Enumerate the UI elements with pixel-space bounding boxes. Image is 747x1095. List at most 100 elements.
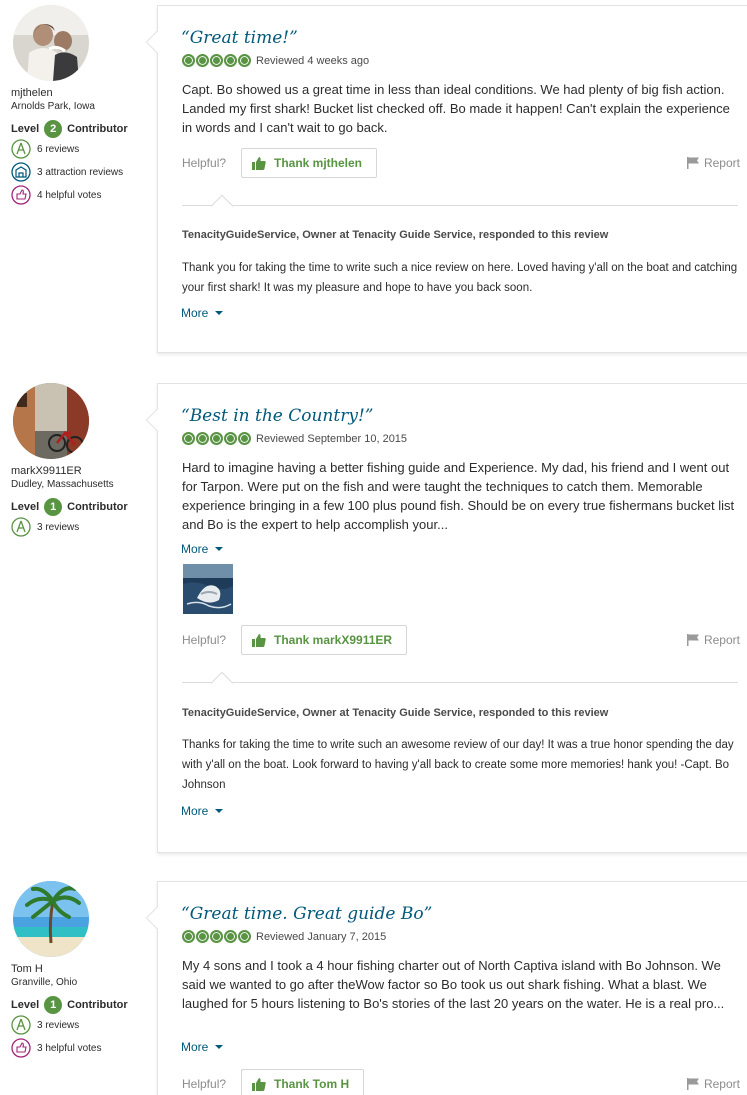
rating-bubble	[210, 930, 223, 943]
contributor-level: Level 2 Contributor	[11, 120, 128, 138]
review-title[interactable]: “Great time!”	[181, 28, 298, 48]
response-notch	[210, 194, 234, 218]
review-rating: Reviewed September 10, 2015	[182, 432, 407, 445]
badge-helpful-votes: 3 helpful votes	[11, 1038, 102, 1058]
more-link[interactable]: More	[181, 1040, 224, 1054]
review-title[interactable]: “Great time. Great guide Bo”	[181, 904, 432, 924]
report-link[interactable]: Report	[686, 156, 740, 170]
badge-helpful-votes: 4 helpful votes	[11, 185, 102, 205]
badge-text: 6 reviews	[37, 143, 80, 155]
helpful-label: Helpful?	[182, 156, 227, 170]
avatar[interactable]	[13, 383, 89, 459]
badge-text: 3 helpful votes	[37, 1042, 102, 1054]
response-divider	[182, 682, 738, 683]
badge-text: 3 reviews	[37, 521, 80, 533]
thumbs-up-icon	[252, 1077, 266, 1091]
helpful-row: Helpful? Thank markX9911ER Report	[182, 625, 742, 655]
chevron-down-icon	[215, 809, 224, 813]
card-pointer	[145, 30, 169, 54]
rating-bubble	[182, 432, 195, 445]
more-label: More	[181, 1040, 209, 1054]
more-label: More	[181, 542, 209, 556]
rating-bubble	[238, 54, 251, 67]
thumbs-up-icon	[252, 633, 266, 647]
review-date: Reviewed September 10, 2015	[256, 432, 408, 445]
flag-icon	[686, 157, 699, 169]
badge-reviews: 6 reviews	[11, 139, 79, 159]
more-label: More	[181, 306, 209, 320]
review-date: Reviewed January 7, 2015	[256, 930, 387, 943]
chevron-down-icon	[215, 311, 224, 315]
avatar[interactable]	[13, 5, 89, 81]
level-badge: 2	[44, 120, 63, 138]
review-body: Capt. Bo showed us a great time in less …	[182, 82, 730, 135]
owner-response-text: Thank you for taking the time to write s…	[182, 262, 738, 294]
contributor-level: Level 1 Contributor	[11, 996, 128, 1014]
rating-bubbles	[182, 930, 252, 943]
username[interactable]: mjthelen	[11, 87, 53, 99]
thumbs-up-icon	[252, 156, 266, 170]
thank-button[interactable]: Thank Tom H	[241, 1069, 365, 1095]
thank-label: Thank markX9911ER	[274, 633, 393, 647]
review-card: “Great time!” Reviewed 4 weeks ago Capt.…	[145, 5, 747, 353]
level-suffix: Contributor	[67, 501, 128, 513]
helpful-row: Helpful? Thank mjthelen Report	[182, 148, 742, 178]
more-link[interactable]: More	[181, 542, 224, 556]
reviews-badge-icon	[11, 139, 31, 159]
thank-button[interactable]: Thank mjthelen	[241, 148, 378, 178]
review-rating: Reviewed 4 weeks ago	[182, 54, 369, 67]
badge-text: 3 reviews	[37, 1019, 80, 1031]
rating-bubble	[238, 432, 251, 445]
report-label: Report	[703, 1077, 740, 1091]
rating-bubble	[196, 54, 209, 67]
report-label: Report	[703, 156, 740, 170]
report-label: Report	[703, 633, 740, 647]
review-photo[interactable]	[183, 564, 233, 614]
rating-bubble	[196, 930, 209, 943]
report-link[interactable]: Report	[686, 1077, 740, 1091]
rating-bubble	[196, 432, 209, 445]
rating-bubble	[210, 432, 223, 445]
username[interactable]: Tom H	[11, 963, 43, 975]
owner-response-text: Thanks for taking the time to write such…	[182, 739, 734, 791]
more-link[interactable]: More	[181, 804, 224, 818]
username[interactable]: markX9911ER	[11, 465, 82, 477]
review-body: Hard to imagine having a better fishing …	[182, 460, 735, 532]
chevron-down-icon	[215, 547, 224, 551]
badge-reviews: 3 reviews	[11, 517, 79, 537]
reviews-badge-icon	[11, 517, 31, 537]
level-badge: 1	[44, 498, 63, 516]
level-badge: 1	[44, 996, 63, 1014]
rating-bubble	[182, 54, 195, 67]
review-card: “Best in the Country!” Reviewed Septembe…	[145, 383, 747, 853]
report-link[interactable]: Report	[686, 633, 740, 647]
owner-response-header: TenacityGuideService, Owner at Tenacity …	[182, 229, 609, 241]
rating-bubble	[224, 54, 237, 67]
level-prefix: Level	[11, 501, 40, 513]
member-location: Dudley, Massachusetts	[11, 479, 114, 490]
reviews-badge-icon	[11, 1015, 31, 1035]
thank-button[interactable]: Thank markX9911ER	[241, 625, 408, 655]
badge-text: 4 helpful votes	[37, 189, 102, 201]
avatar[interactable]	[13, 881, 89, 957]
helpful-label: Helpful?	[182, 1077, 227, 1091]
review-title[interactable]: “Best in the Country!”	[181, 406, 373, 426]
thank-label: Thank Tom H	[274, 1077, 350, 1091]
level-suffix: Contributor	[67, 999, 128, 1011]
badge-attraction-reviews: 3 attraction reviews	[11, 162, 123, 182]
review-card: “Great time. Great guide Bo” Reviewed Ja…	[145, 881, 747, 1095]
badge-reviews: 3 reviews	[11, 1015, 79, 1035]
attraction-reviews-icon	[11, 162, 31, 182]
level-prefix: Level	[11, 123, 40, 135]
more-link[interactable]: More	[181, 306, 224, 320]
review-date: Reviewed 4 weeks ago	[256, 54, 370, 67]
chevron-down-icon	[215, 1045, 224, 1049]
flag-icon	[686, 634, 699, 646]
review-body: My 4 sons and I took a 4 hour fishing ch…	[182, 958, 725, 1011]
level-suffix: Contributor	[67, 123, 128, 135]
thank-label: Thank mjthelen	[274, 156, 363, 170]
level-prefix: Level	[11, 999, 40, 1011]
review-rating: Reviewed January 7, 2015	[182, 930, 386, 943]
rating-bubble	[224, 930, 237, 943]
rating-bubble	[238, 930, 251, 943]
